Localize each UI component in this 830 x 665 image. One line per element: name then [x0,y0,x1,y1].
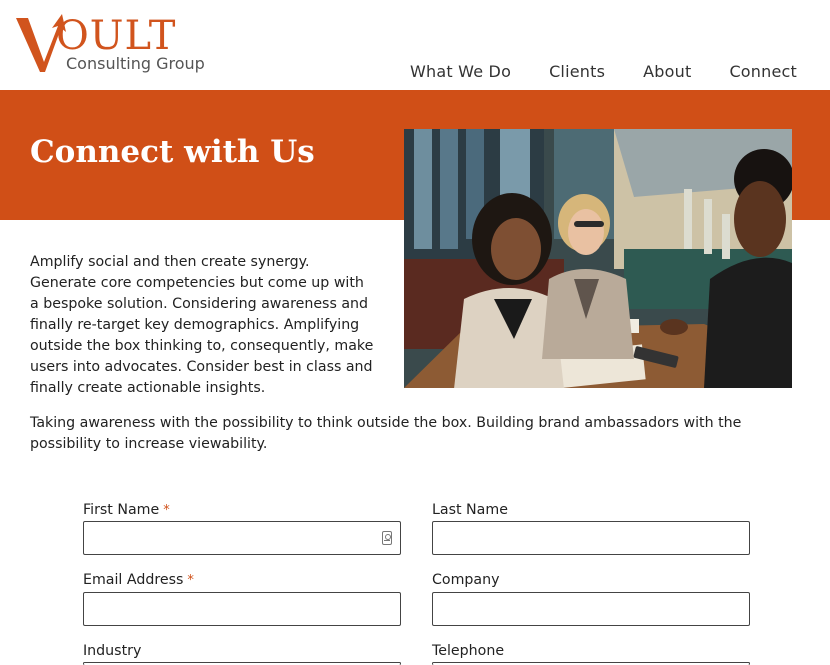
required-mark: * [163,503,170,518]
secondary-paragraph: Taking awareness with the possibility to… [30,415,742,452]
last-name-label: Last Name [432,502,508,518]
nav-about[interactable]: About [643,62,691,81]
industry-label: Industry [83,643,142,659]
last-name-input[interactable] [432,521,750,555]
email-input[interactable] [83,592,401,626]
nav-connect[interactable]: Connect [729,62,797,81]
company-label: Company [432,572,500,588]
nav-what-we-do[interactable]: What We Do [410,62,511,81]
hero-photo [404,129,792,388]
main-nav: What We Do Clients About Connect [410,62,797,81]
email-label: Email Address * [83,572,194,588]
contact-card-icon[interactable] [382,531,392,545]
voult-logo[interactable]: OULT Consulting Group [14,12,214,78]
logo-wordmark: OULT [56,13,177,59]
first-name-label: First Name * [83,502,170,518]
page-title: Connect with Us [30,134,315,170]
intro-paragraph: Amplify social and then create synergy. … [30,254,374,396]
company-input[interactable] [432,592,750,626]
nav-clients[interactable]: Clients [549,62,605,81]
site-header: OULT Consulting Group What We Do Clients… [0,0,830,90]
telephone-label: Telephone [432,643,505,659]
logo-tagline: Consulting Group [66,54,205,73]
required-mark: * [187,573,194,588]
first-name-input[interactable] [83,521,401,555]
